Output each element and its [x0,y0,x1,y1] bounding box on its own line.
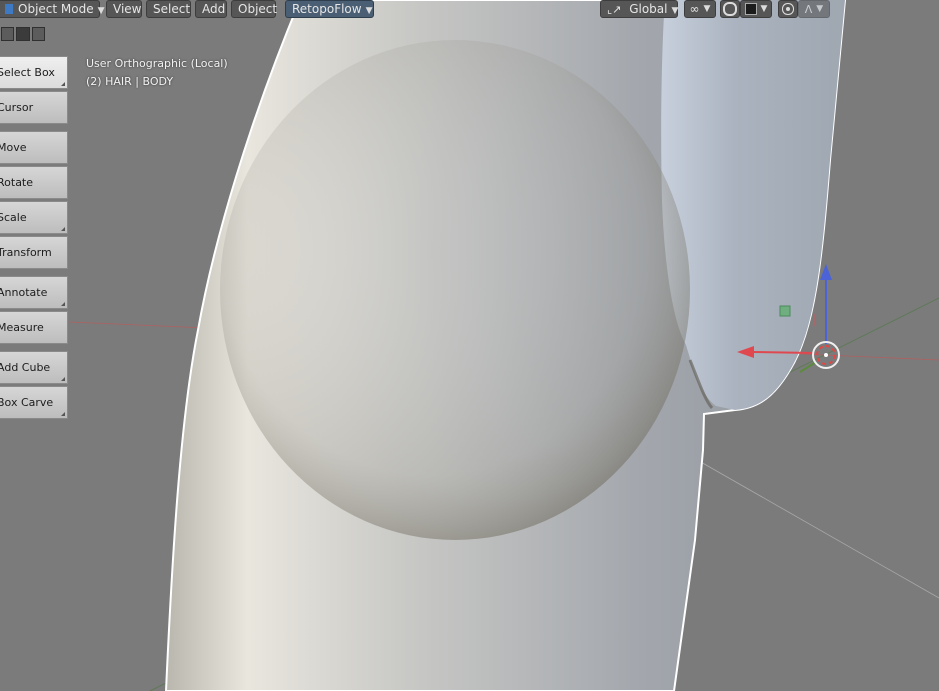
snap-target-selector[interactable]: ▼ [740,0,772,18]
tool-measure[interactable]: Measure [0,311,68,344]
tool-box-carve[interactable]: Box Carve [0,386,68,419]
retopoflow-label: RetopoFlow [292,2,362,16]
gizmo-center-dot [824,353,828,357]
select-extend-icon[interactable] [16,27,30,41]
tool-label: Annotate [0,286,48,299]
viewport-canvas[interactable] [0,0,939,691]
pivot-point-selector[interactable]: ∞ ▼ [684,0,716,18]
retopoflow-menu[interactable]: RetopoFlow ▼ [285,0,374,18]
tool-label: Cursor [0,101,34,114]
tool-label: Add Cube [0,361,51,374]
tool-options-corner-icon [61,82,65,86]
tool-options-corner-icon [61,412,65,416]
tool-options-corner-icon [61,377,65,381]
menu-select[interactable]: Select [146,0,191,18]
falloff-icon: Λ [804,2,813,16]
orientation-label: Global [629,2,668,16]
select-new-icon[interactable] [1,27,15,41]
3d-viewport[interactable] [0,0,939,691]
proportional-falloff-selector[interactable]: Λ ▼ [798,0,830,18]
mode-icon [5,4,13,14]
menu-object[interactable]: Object [231,0,277,18]
tool-label: Transform [0,246,52,259]
menu-view[interactable]: View [106,0,142,18]
link-icon: ∞ [689,2,700,16]
tool-label: Measure [0,321,44,334]
mode-label: Object Mode [18,2,94,16]
tool-label: Select Box [0,66,55,79]
tool-select-box[interactable]: Select Box [0,56,68,89]
transform-orientation-selector[interactable]: ⌞↗ Global ▼ [600,0,678,18]
snap-toggle[interactable] [720,0,740,18]
transform-orientation-icon: ⌞↗ [607,3,622,16]
gizmo-x-axis[interactable] [751,351,815,354]
tool-scale[interactable]: Scale [0,201,68,234]
tool-add-cube[interactable]: Add Cube [0,351,68,384]
object-info-label: (2) HAIR | BODY [86,75,174,88]
gizmo-z-arrow-icon[interactable] [820,264,832,280]
chevron-down-icon: ▼ [97,6,105,16]
tool-label: Box Carve [0,396,54,409]
mode-selector[interactable]: Object Mode ▼ [0,0,105,18]
snap-target-icon [744,3,757,15]
tool-annotate[interactable]: Annotate [0,276,68,309]
tool-rotate[interactable]: Rotate [0,166,68,199]
tool-transform[interactable]: Transform [0,236,68,269]
chevron-down-icon: ▼ [760,4,768,14]
proportional-edit-icon [786,7,790,11]
chevron-down-icon: ▼ [816,4,824,14]
view-name-label: User Orthographic (Local) [86,57,228,70]
tool-move[interactable]: Move [0,131,68,164]
tool-options-corner-icon [61,302,65,306]
gizmo-plane-handle[interactable] [779,305,791,317]
selection-mode-group [0,26,46,44]
tool-label: Move [0,141,27,154]
menu-add[interactable]: Add [195,0,227,18]
tool-label: Rotate [0,176,34,189]
tool-label: Scale [0,211,27,224]
chevron-down-icon: ▼ [365,6,373,16]
tool-options-corner-icon [61,227,65,231]
chevron-down-icon: ▼ [671,6,679,16]
snap-icon [723,2,737,16]
tool-cursor[interactable]: Cursor [0,91,68,124]
chevron-down-icon: ▼ [703,4,711,14]
select-subtract-icon[interactable] [31,27,45,41]
mesh-bulge-shading [220,40,690,540]
proportional-edit-toggle[interactable] [778,0,798,18]
